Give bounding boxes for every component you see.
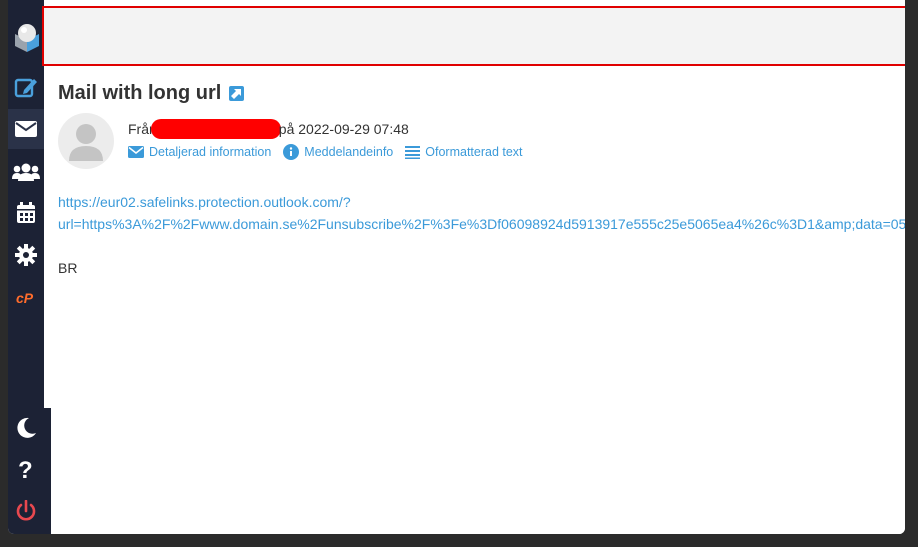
- sidebar-item-settings[interactable]: [8, 236, 44, 274]
- body-url-line[interactable]: url=https%3A%2F%2Fwww.domain.se%2Funsubs…: [58, 213, 905, 235]
- message-header-links: Detaljerad information Meddelandeinfo Of…: [128, 144, 535, 160]
- message-header-line: Från på 2022-09-29 07:48: [128, 119, 409, 139]
- open-in-new-window-icon[interactable]: [229, 86, 245, 101]
- details-link[interactable]: Detaljerad information: [128, 145, 271, 159]
- sidebar-lower-panel: [44, 408, 51, 534]
- contacts-icon: [12, 163, 40, 181]
- body-signature: BR: [58, 260, 78, 276]
- sidebar-item-contacts[interactable]: [8, 153, 44, 191]
- sidebar-item-mail[interactable]: [8, 109, 44, 149]
- sidebar-item-compose[interactable]: [8, 68, 44, 106]
- dark-mode-icon: [17, 417, 36, 438]
- message-subject: Mail with long url: [58, 82, 245, 105]
- sender-avatar: [58, 113, 114, 169]
- message-info-link[interactable]: Meddelandeinfo: [283, 144, 393, 160]
- cpanel-icon: cP: [16, 290, 34, 306]
- message-toolbar: [42, 6, 905, 66]
- svg-text:?: ?: [18, 458, 33, 482]
- list-icon: [405, 146, 421, 159]
- sidebar-item-cpanel[interactable]: cP: [8, 279, 44, 317]
- logout-button[interactable]: [8, 492, 44, 530]
- logout-icon: [16, 500, 36, 521]
- roundcube-logo[interactable]: [10, 20, 44, 54]
- info-icon: [283, 144, 300, 160]
- message-body: https://eur02.safelinks.protection.outlo…: [58, 191, 905, 279]
- help-button[interactable]: ?: [8, 451, 44, 489]
- help-icon: ?: [18, 458, 33, 482]
- mail-icon: [15, 121, 37, 137]
- svg-text:cP: cP: [16, 290, 34, 306]
- subject-text: Mail with long url: [58, 82, 222, 104]
- dark-mode-toggle[interactable]: [8, 409, 44, 447]
- message-date: på 2022-09-29 07:48: [278, 121, 409, 137]
- calendar-icon: [17, 202, 35, 223]
- redacted-sender: [150, 119, 281, 139]
- envelope-icon: [128, 146, 144, 158]
- raw-text-link[interactable]: Oformatterad text: [405, 145, 523, 159]
- app-window: cP ? Mail with long url Från på 2022-09-…: [8, 0, 905, 534]
- body-url-line[interactable]: https://eur02.safelinks.protection.outlo…: [58, 191, 898, 213]
- settings-icon: [15, 244, 37, 266]
- compose-icon: [14, 78, 37, 98]
- sidebar-item-calendar[interactable]: [8, 194, 44, 232]
